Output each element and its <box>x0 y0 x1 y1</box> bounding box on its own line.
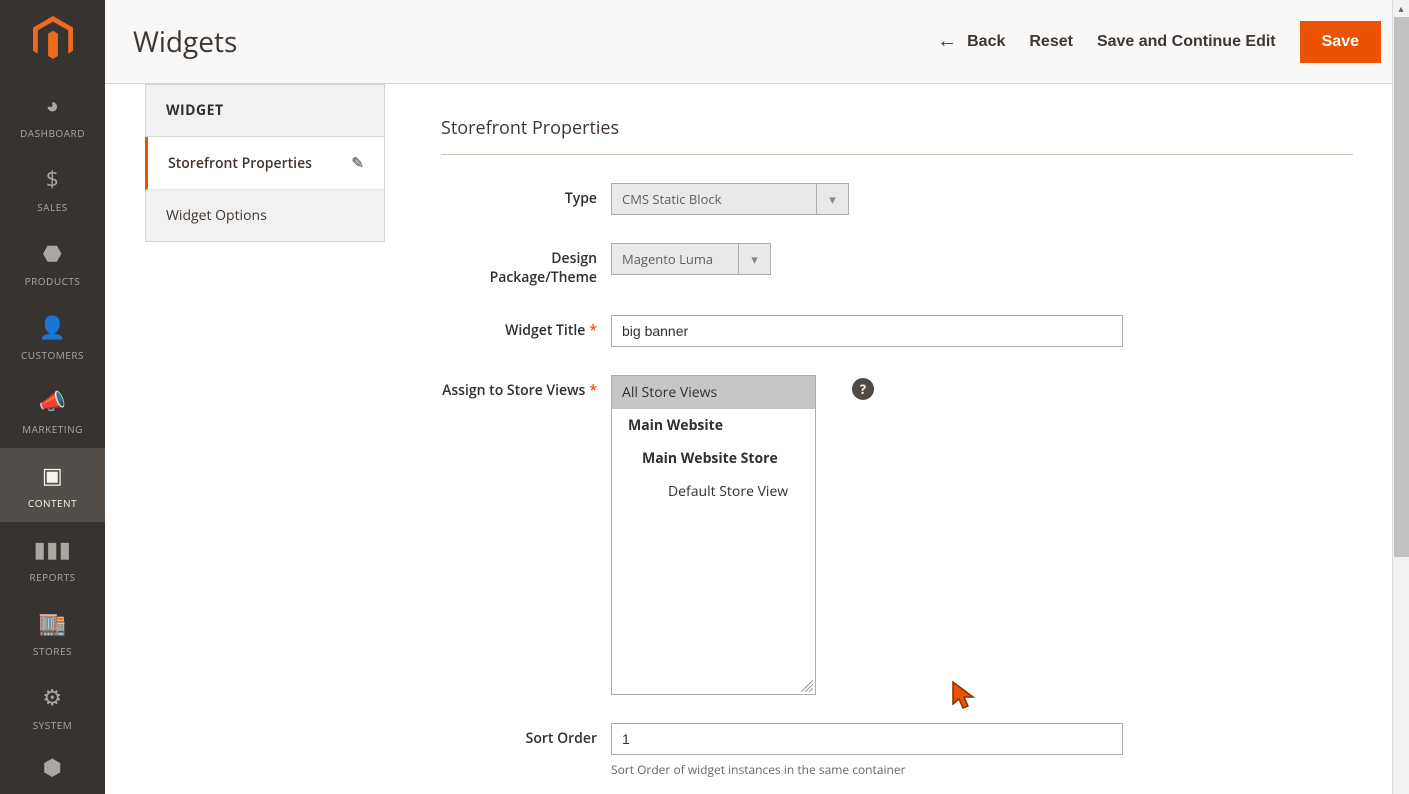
save-continue-label: Save and Continue Edit <box>1097 33 1276 51</box>
nav-label: SALES <box>37 200 68 214</box>
chevron-down-icon: ▾ <box>738 244 770 274</box>
tab-widget-options[interactable]: Widget Options <box>146 190 384 241</box>
nav-dashboard[interactable]: ◕ DASHBOARD <box>0 78 105 152</box>
sort-order-input[interactable] <box>611 723 1123 755</box>
bars-icon: ▮▮▮ <box>34 534 72 564</box>
sort-order-note: Sort Order of widget instances in the sa… <box>611 761 1123 778</box>
sort-order-label: Sort Order <box>441 723 611 748</box>
pencil-icon: ✎ <box>351 153 364 173</box>
gear-icon: ⚙ <box>42 682 62 712</box>
store-option-default-view[interactable]: Default Store View <box>612 475 815 508</box>
help-icon[interactable]: ? <box>852 378 874 400</box>
layout-icon: ▣ <box>42 460 63 490</box>
store-views-label: Assign to Store Views* <box>441 375 611 400</box>
type-select: CMS Static Block ▾ <box>611 183 849 215</box>
tab-label: Storefront Properties <box>168 154 312 173</box>
tab-storefront-properties[interactable]: Storefront Properties ✎ <box>145 137 384 190</box>
field-store-views: Assign to Store Views* All Store Views M… <box>441 375 1353 695</box>
nav-system[interactable]: ⚙ SYSTEM <box>0 670 105 744</box>
magento-logo-icon <box>33 16 73 62</box>
storefront-icon: 🏬 <box>39 608 67 638</box>
nav-label: PRODUCTS <box>25 274 81 288</box>
megaphone-icon: 📣 <box>39 386 67 416</box>
box-icon: ⬣ <box>43 238 63 268</box>
field-sort-order: Sort Order Sort Order of widget instance… <box>441 723 1353 778</box>
tab-label: Widget Options <box>166 206 267 225</box>
reset-button[interactable]: Reset <box>1029 33 1073 51</box>
save-button[interactable]: Save <box>1300 21 1381 63</box>
scroll-up-icon[interactable]: ▴ <box>1393 0 1409 17</box>
store-option-main-store[interactable]: Main Website Store <box>612 442 815 475</box>
nav-label: SYSTEM <box>33 718 73 732</box>
save-label: Save <box>1322 33 1359 50</box>
scrollbar[interactable]: ▴ <box>1392 0 1409 794</box>
nav-label: REPORTS <box>29 570 75 584</box>
nav-products[interactable]: ⬣ PRODUCTS <box>0 226 105 300</box>
scrollbar-thumb[interactable] <box>1394 17 1409 557</box>
page-header: Widgets ← Back Reset Save and Continue Ed… <box>105 0 1409 84</box>
magento-logo[interactable] <box>0 0 105 78</box>
form-area: Storefront Properties Type CMS Static Bl… <box>385 84 1409 794</box>
type-label: Type <box>441 183 611 208</box>
main-area: Widgets ← Back Reset Save and Continue Ed… <box>105 0 1409 794</box>
content-area: WIDGET Storefront Properties ✎ Widget Op… <box>105 84 1409 794</box>
type-value: CMS Static Block <box>612 190 816 208</box>
page-title: Widgets <box>133 23 937 61</box>
side-panel: WIDGET Storefront Properties ✎ Widget Op… <box>105 84 385 794</box>
nav-extensions[interactable]: ⬢ <box>0 744 105 784</box>
field-type: Type CMS Static Block ▾ <box>441 183 1353 215</box>
widget-title-label: Widget Title* <box>441 315 611 340</box>
nav-label: CUSTOMERS <box>21 348 84 362</box>
nav-label: STORES <box>33 644 72 658</box>
reset-label: Reset <box>1029 33 1073 51</box>
widget-panel: WIDGET Storefront Properties ✎ Widget Op… <box>145 84 385 242</box>
resize-handle-icon[interactable] <box>801 680 813 692</box>
back-button[interactable]: ← Back <box>937 30 1005 53</box>
admin-sidebar: ◕ DASHBOARD $ SALES ⬣ PRODUCTS 👤 CUSTOMERS 📣… <box>0 0 105 794</box>
theme-label: Design Package/Theme <box>441 243 611 287</box>
header-actions: ← Back Reset Save and Continue Edit Save <box>937 21 1381 63</box>
chevron-down-icon: ▾ <box>816 184 848 214</box>
panel-heading: WIDGET <box>146 85 384 137</box>
puzzle-icon: ⬢ <box>43 752 63 782</box>
nav-label: MARKETING <box>22 422 83 436</box>
store-option-main-website[interactable]: Main Website <box>612 409 815 442</box>
gauge-icon: ◕ <box>46 90 60 120</box>
save-continue-button[interactable]: Save and Continue Edit <box>1097 33 1276 51</box>
widget-title-input[interactable] <box>611 315 1123 347</box>
nav-marketing[interactable]: 📣 MARKETING <box>0 374 105 448</box>
theme-value: Magento Luma <box>612 250 738 268</box>
section-title: Storefront Properties <box>441 116 1353 155</box>
nav-content[interactable]: ▣ CONTENT <box>0 448 105 522</box>
nav-sales[interactable]: $ SALES <box>0 152 105 226</box>
nav-reports[interactable]: ▮▮▮ REPORTS <box>0 522 105 596</box>
nav-label: DASHBOARD <box>20 126 85 140</box>
dollar-icon: $ <box>46 164 59 194</box>
field-theme: Design Package/Theme Magento Luma ▾ <box>441 243 1353 287</box>
back-label: Back <box>967 33 1005 51</box>
arrow-left-icon: ← <box>937 30 957 53</box>
theme-select: Magento Luma ▾ <box>611 243 771 275</box>
nav-customers[interactable]: 👤 CUSTOMERS <box>0 300 105 374</box>
person-icon: 👤 <box>39 312 67 342</box>
field-widget-title: Widget Title* <box>441 315 1353 347</box>
nav-stores[interactable]: 🏬 STORES <box>0 596 105 670</box>
nav-label: CONTENT <box>28 496 77 510</box>
store-views-multiselect[interactable]: All Store Views Main Website Main Websit… <box>611 375 816 695</box>
store-option-all[interactable]: All Store Views <box>612 376 815 409</box>
